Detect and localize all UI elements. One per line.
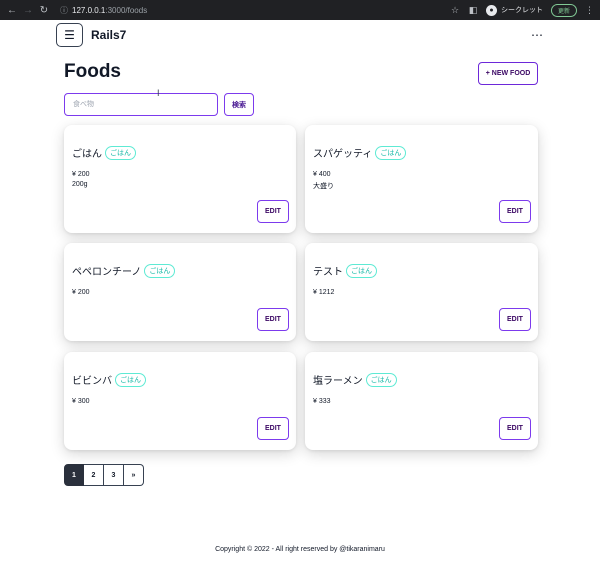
- page-title: Foods: [64, 61, 121, 82]
- food-amount: 200g: [72, 181, 88, 188]
- food-name: 塩ラーメン: [313, 376, 363, 387]
- menu-icon: ☰: [64, 28, 75, 42]
- brand-link[interactable]: Rails7: [91, 28, 126, 42]
- edit-button[interactable]: EDIT: [257, 417, 289, 440]
- hamburger-menu-button[interactable]: ☰: [56, 23, 83, 47]
- edit-button[interactable]: EDIT: [499, 417, 531, 440]
- food-amount: 大盛り: [313, 183, 334, 190]
- update-button[interactable]: 更新: [550, 3, 577, 17]
- forward-icon[interactable]: →: [22, 4, 34, 16]
- food-card: テスト ごはん ¥ 1212 EDIT: [305, 243, 538, 341]
- food-price: ¥ 400: [313, 171, 331, 178]
- incognito-profile[interactable]: ● シークレット: [485, 4, 543, 16]
- food-card: スパゲッティ ごはん ¥ 400 大盛り EDIT: [305, 125, 538, 233]
- incognito-icon: ●: [485, 4, 497, 16]
- food-card: ペペロンチーノ ごはん ¥ 200 EDIT: [64, 243, 296, 341]
- food-price: ¥ 1212: [313, 289, 335, 296]
- food-name: ビビンバ: [72, 376, 112, 387]
- page-button-2[interactable]: 2: [84, 464, 104, 486]
- food-price: ¥ 300: [72, 398, 90, 405]
- next-page-button[interactable]: »: [124, 464, 144, 486]
- category-badge: ごはん: [365, 372, 397, 387]
- site-info-icon[interactable]: ⓘ: [60, 5, 68, 16]
- food-price: ¥ 200: [72, 171, 90, 178]
- more-options-icon[interactable]: ⋯: [531, 28, 544, 42]
- browser-toolbar: ← → ↻ ⓘ 127.0.0.1:3000/foods ☆ ◧ ● シークレッ…: [0, 0, 600, 20]
- app-header: ☰ Rails7 ⋯: [56, 23, 544, 47]
- edit-button[interactable]: EDIT: [257, 200, 289, 223]
- edit-button[interactable]: EDIT: [499, 308, 531, 331]
- food-price: ¥ 200: [72, 289, 90, 296]
- food-card: ビビンバ ごはん ¥ 300 EDIT: [64, 352, 296, 450]
- category-badge: ごはん: [346, 263, 377, 278]
- search-input[interactable]: [64, 93, 218, 116]
- food-name: スパゲッティ: [313, 149, 373, 160]
- address-bar[interactable]: ⓘ 127.0.0.1:3000/foods: [60, 3, 450, 17]
- page-button-1[interactable]: 1: [64, 464, 84, 486]
- food-card: 塩ラーメン ごはん ¥ 333 EDIT: [305, 352, 538, 450]
- category-badge: ごはん: [375, 145, 407, 160]
- url-path: :3000/foods: [105, 5, 148, 15]
- star-icon[interactable]: ☆: [450, 5, 460, 15]
- pagination: 1 2 3 »: [64, 464, 144, 486]
- browser-menu-icon[interactable]: ⋮: [585, 5, 594, 16]
- new-food-button[interactable]: + NEW FOOD: [478, 62, 538, 85]
- search-button[interactable]: 検索: [224, 93, 254, 116]
- food-price: ¥ 333: [313, 398, 331, 405]
- profile-label: シークレット: [500, 7, 543, 14]
- page-button-3[interactable]: 3: [104, 464, 124, 486]
- side-panel-icon[interactable]: ◧: [468, 5, 478, 15]
- edit-button[interactable]: EDIT: [257, 308, 289, 331]
- category-badge: ごはん: [144, 263, 176, 278]
- edit-button[interactable]: EDIT: [499, 200, 531, 223]
- text-cursor-icon: I: [157, 88, 160, 98]
- food-card: ごはん ごはん ¥ 200 200g EDIT: [64, 125, 296, 233]
- reload-icon[interactable]: ↻: [38, 4, 50, 16]
- food-name: ペペロンチーノ: [72, 267, 142, 278]
- food-name: テスト: [313, 267, 343, 278]
- url-host: 127.0.0.1: [72, 5, 106, 15]
- category-badge: ごはん: [105, 145, 136, 160]
- food-name: ごはん: [72, 149, 102, 160]
- back-icon[interactable]: ←: [6, 4, 18, 16]
- footer-copyright: Copyright © 2022 - All right reserved by…: [215, 546, 385, 553]
- category-badge: ごはん: [115, 372, 146, 387]
